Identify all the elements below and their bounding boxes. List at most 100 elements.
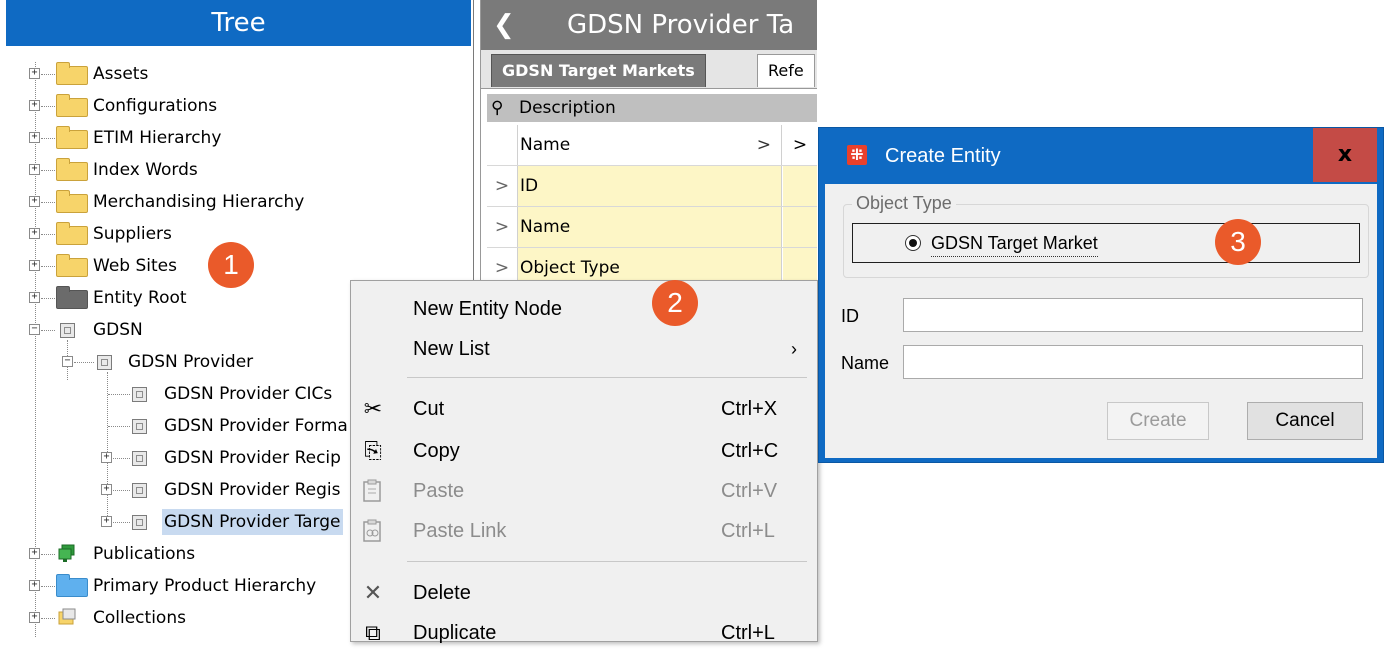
- description-label: Description: [519, 98, 616, 118]
- expand-icon[interactable]: +: [29, 228, 40, 239]
- grid-header-row[interactable]: Name > >: [487, 125, 817, 166]
- menu-item-copy[interactable]: ⎘ Copy Ctrl+C: [351, 431, 817, 471]
- app-logo-glyph: ⁜: [850, 145, 864, 164]
- menu-item-new-list[interactable]: New List ›: [351, 329, 817, 369]
- grid-row-id[interactable]: > ID: [487, 166, 817, 207]
- menu-item-delete[interactable]: ✕ Delete: [351, 573, 817, 613]
- expand-icon[interactable]: +: [29, 196, 40, 207]
- editor-header: ❮ GDSN Provider Ta: [481, 0, 817, 50]
- expand-icon[interactable]: +: [101, 516, 112, 527]
- menu-item-new-entity-node[interactable]: New Entity Node: [351, 289, 817, 329]
- tree-item-label: Index Words: [93, 160, 198, 180]
- dark-folder-icon: [56, 286, 88, 309]
- row-value[interactable]: [783, 207, 817, 247]
- menu-item-cut[interactable]: ✂ Cut Ctrl+X: [351, 389, 817, 429]
- entity-node-icon: [132, 483, 147, 498]
- menu-item-duplicate[interactable]: ⧉ Duplicate Ctrl+L: [351, 613, 817, 653]
- entity-node-icon: [132, 419, 147, 434]
- tree-item-merchandising-hierarchy[interactable]: + Merchandising Hierarchy: [0, 189, 470, 215]
- tree-item-label: GDSN Provider Regis: [164, 480, 341, 500]
- tab-gdsn-target-markets[interactable]: GDSN Target Markets: [491, 54, 706, 87]
- menu-item-label: Paste Link: [413, 520, 507, 542]
- paste-link-icon: [361, 519, 385, 543]
- menu-item-paste[interactable]: Paste Ctrl+V: [351, 471, 817, 511]
- column-header-name[interactable]: Name >: [518, 125, 782, 165]
- folder-icon: [56, 62, 88, 85]
- row-expand-icon[interactable]: >: [487, 166, 518, 206]
- chevron-right-icon[interactable]: >: [793, 135, 807, 155]
- menu-item-label: Cut: [413, 398, 445, 420]
- radio-label[interactable]: GDSN Target Market: [931, 230, 1098, 257]
- menu-item-label: New List: [413, 338, 490, 360]
- tree-item-label: Assets: [93, 64, 149, 84]
- row-value[interactable]: [783, 166, 817, 206]
- expand-icon[interactable]: +: [101, 484, 112, 495]
- tree-item-label: ETIM Hierarchy: [93, 128, 222, 148]
- folder-icon: [56, 190, 88, 213]
- dialog-titlebar[interactable]: ⁜ Create Entity x: [819, 128, 1383, 184]
- create-button[interactable]: Create: [1107, 402, 1209, 440]
- collapse-icon[interactable]: −: [62, 356, 73, 367]
- menu-item-label: Paste: [413, 480, 465, 502]
- row-expand-icon[interactable]: >: [487, 207, 518, 247]
- menu-separator: [407, 377, 807, 378]
- tree-item-assets[interactable]: + Assets: [0, 61, 470, 87]
- tab-references[interactable]: Refe: [757, 54, 815, 87]
- entity-node-icon: [60, 323, 75, 338]
- step-badge-3: 3: [1215, 219, 1261, 265]
- tree-item-label: Web Sites: [93, 256, 177, 276]
- expand-icon[interactable]: +: [101, 452, 112, 463]
- close-button[interactable]: x: [1313, 128, 1377, 182]
- menu-item-shortcut: Ctrl+L: [721, 520, 775, 542]
- menu-item-shortcut: Ctrl+L: [721, 622, 775, 644]
- expand-icon[interactable]: +: [29, 164, 40, 175]
- context-menu: New Entity Node New List › ✂ Cut Ctrl+X …: [350, 280, 818, 645]
- menu-item-label: Copy: [413, 440, 460, 462]
- name-field[interactable]: [903, 345, 1363, 379]
- expand-icon[interactable]: +: [29, 100, 40, 111]
- paste-icon: [361, 479, 385, 503]
- app-logo-icon: ⁜: [847, 145, 867, 165]
- folder-icon: [56, 222, 88, 245]
- tree-item-label: Primary Product Hierarchy: [93, 576, 317, 596]
- tree-item-label: Collections: [93, 608, 186, 628]
- tree-item-label: Merchandising Hierarchy: [93, 192, 305, 212]
- radio-button[interactable]: [905, 235, 921, 251]
- tree-item-index-words[interactable]: + Index Words: [0, 157, 470, 183]
- column-header-next[interactable]: >: [783, 125, 817, 165]
- dialog-title: Create Entity: [885, 145, 1001, 167]
- id-label: ID: [841, 306, 859, 326]
- tree-item-configurations[interactable]: + Configurations: [0, 93, 470, 119]
- submenu-arrow-icon: ›: [791, 339, 797, 359]
- menu-item-shortcut: Ctrl+C: [721, 440, 779, 462]
- expand-icon[interactable]: +: [29, 580, 40, 591]
- menu-item-shortcut: Ctrl+X: [721, 398, 778, 420]
- tree-item-label: Configurations: [93, 96, 218, 116]
- publications-icon: [58, 544, 75, 562]
- expand-icon[interactable]: +: [29, 132, 40, 143]
- cancel-button[interactable]: Cancel: [1247, 402, 1363, 440]
- collections-icon: [58, 608, 76, 625]
- grid-row-name[interactable]: > Name: [487, 207, 817, 248]
- tree-item-label: GDSN Provider: [128, 352, 254, 372]
- id-field[interactable]: [903, 298, 1363, 332]
- pin-icon[interactable]: ⚲: [491, 94, 503, 122]
- entity-node-icon: [132, 387, 147, 402]
- folder-icon: [56, 158, 88, 181]
- tree-item-etim-hierarchy[interactable]: + ETIM Hierarchy: [0, 125, 470, 151]
- name-label: Name: [841, 353, 890, 373]
- menu-item-paste-link[interactable]: Paste Link Ctrl+L: [351, 511, 817, 551]
- blue-folder-icon: [56, 574, 88, 597]
- expand-icon[interactable]: +: [29, 548, 40, 559]
- tree-item-label: GDSN: [93, 320, 143, 340]
- back-arrow-icon[interactable]: ❮: [493, 0, 515, 50]
- row-gutter: [487, 125, 518, 165]
- expand-icon[interactable]: +: [29, 612, 40, 623]
- scissors-icon: ✂: [363, 396, 383, 421]
- expand-icon[interactable]: +: [29, 260, 40, 271]
- collapse-icon[interactable]: −: [29, 324, 40, 335]
- chevron-right-icon[interactable]: >: [757, 125, 771, 165]
- expand-icon[interactable]: +: [29, 68, 40, 79]
- object-type-option[interactable]: GDSN Target Market: [852, 223, 1360, 263]
- expand-icon[interactable]: +: [29, 292, 40, 303]
